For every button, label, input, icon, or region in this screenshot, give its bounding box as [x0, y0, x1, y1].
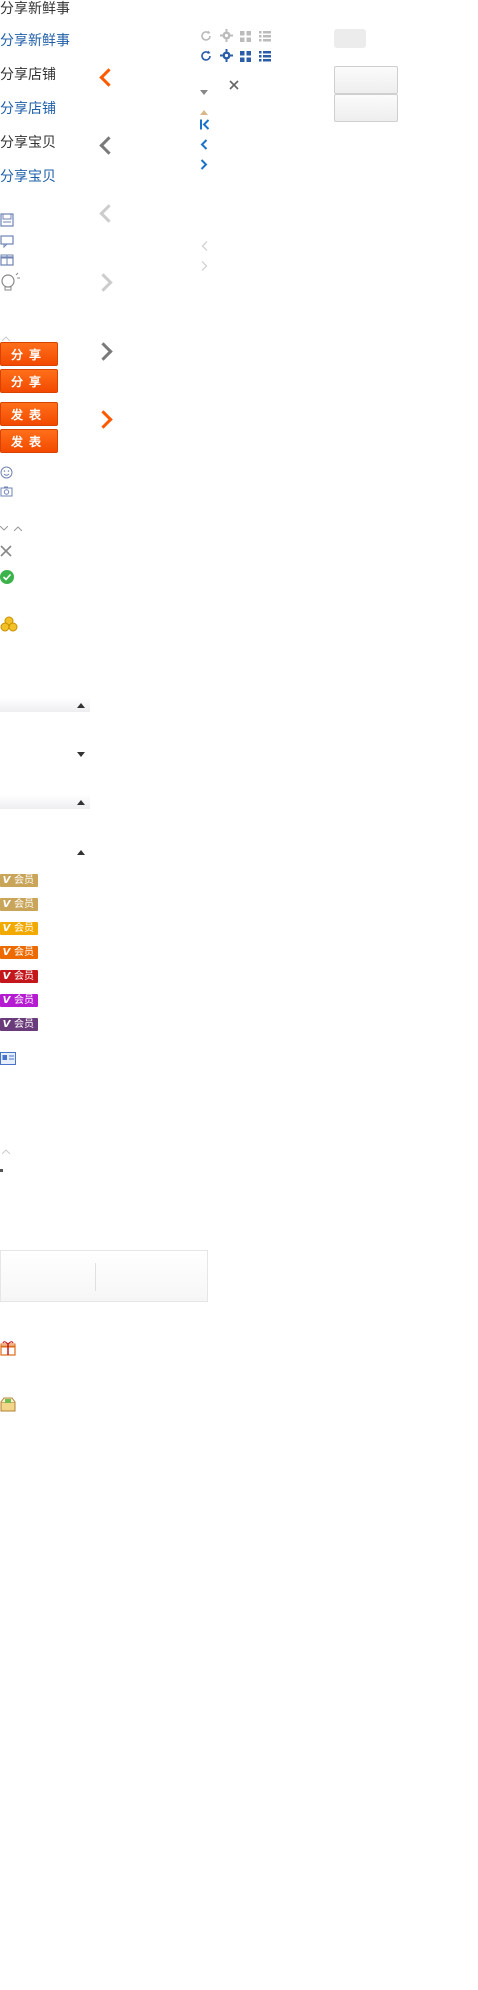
tab-bar-background — [0, 1250, 208, 1302]
tab-divider — [95, 1263, 96, 1291]
share-button[interactable]: 分享 — [0, 342, 58, 366]
chevron-right-gray-icon[interactable] — [94, 342, 113, 361]
chevron-up-tiny-icon — [1, 1141, 11, 1155]
chevron-left-orange-icon[interactable] — [99, 68, 118, 87]
vip-badge-level-5: V 会员 — [0, 970, 38, 983]
vip-badge-level-7: V 会员 — [0, 1018, 38, 1031]
gear-active-icon[interactable] — [220, 49, 233, 62]
vip-badge-level-3: V 会员 — [0, 922, 38, 935]
vip-badge-level-4: V 会员 — [0, 946, 38, 959]
caret-down-small-icon[interactable] — [0, 518, 9, 531]
grid-view-icon[interactable] — [240, 29, 251, 42]
share-item-link[interactable]: 分享宝贝 — [0, 168, 56, 186]
package-icon — [0, 1396, 16, 1412]
prev-disabled-icon — [201, 238, 208, 251]
caret-up-small-icon[interactable] — [13, 518, 23, 532]
prev-page-icon[interactable] — [200, 137, 208, 150]
next-page-icon[interactable] — [200, 157, 208, 170]
list-view-active-icon[interactable] — [259, 49, 271, 62]
lightbulb-icon — [0, 272, 20, 292]
refresh-icon[interactable] — [200, 29, 212, 41]
gray-button-normal[interactable] — [334, 66, 398, 94]
camera-icon[interactable] — [0, 485, 13, 498]
share-button-hover[interactable]: 分享 — [0, 369, 58, 393]
post-button[interactable]: 发表 — [0, 402, 58, 426]
post-button-hover[interactable]: 发表 — [0, 429, 58, 453]
comment-icon — [0, 234, 14, 249]
gear-icon[interactable] — [220, 29, 233, 42]
id-card-icon — [0, 1052, 16, 1065]
small-button-background[interactable] — [334, 29, 366, 48]
caret-up-plain-icon[interactable] — [77, 850, 85, 855]
first-page-icon[interactable] — [200, 117, 210, 130]
caret-up-hover-icon[interactable] — [77, 800, 85, 805]
chevron-left-gray-icon[interactable] — [99, 136, 118, 155]
vip-badge-level-6: V 会员 — [0, 994, 38, 1007]
caret-down-gray-icon[interactable] — [200, 82, 208, 95]
grid-view-active-icon[interactable] — [240, 49, 251, 62]
bullet-dot — [0, 1169, 3, 1172]
check-circle-icon — [0, 570, 14, 584]
chevron-up-small-icon — [1, 328, 11, 342]
share-item-label-dark: 分享宝贝 — [0, 135, 56, 151]
vip-badge-level-2: V 会员 — [0, 898, 38, 911]
coins-icon — [0, 616, 18, 632]
caret-down-icon[interactable] — [77, 752, 85, 757]
share-shop-label-dark: 分享店铺 — [0, 67, 56, 83]
save-icon — [0, 213, 14, 227]
caret-up-icon[interactable] — [77, 703, 85, 708]
share-shop-link[interactable]: 分享店铺 — [0, 100, 56, 118]
close-dark-icon[interactable] — [228, 78, 240, 90]
close-icon[interactable] — [0, 544, 12, 557]
caret-up-tan-icon[interactable] — [200, 102, 208, 115]
list-view-icon[interactable] — [259, 29, 271, 42]
chevron-right-light-icon[interactable] — [94, 273, 113, 292]
refresh-active-icon[interactable] — [200, 49, 212, 61]
share-news-label-dark: 分享新鲜事 — [0, 1, 70, 17]
share-news-link[interactable]: 分享新鲜事 — [0, 32, 70, 50]
gift-icon — [0, 252, 14, 266]
vip-badge-level-1: V 会员 — [0, 874, 38, 887]
chevron-left-light-icon[interactable] — [99, 204, 118, 223]
next-disabled-icon — [201, 258, 208, 271]
emoji-icon[interactable] — [0, 466, 13, 479]
gift-box-icon — [0, 1340, 16, 1356]
gray-button-hover[interactable] — [334, 94, 398, 122]
chevron-right-orange-icon[interactable] — [94, 410, 113, 429]
